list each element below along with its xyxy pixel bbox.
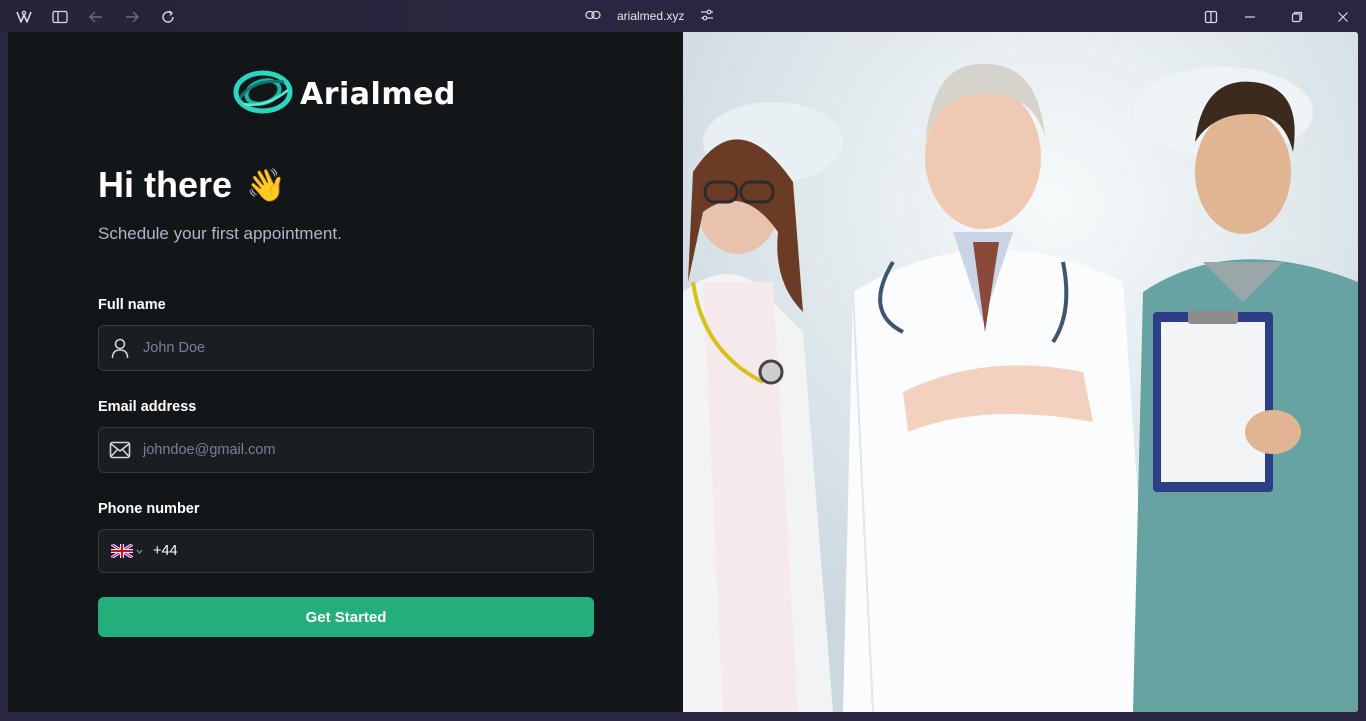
page-subtitle: Schedule your first appointment. [98, 224, 342, 243]
split-view-icon[interactable] [1200, 6, 1222, 28]
chevron-down-icon [136, 549, 143, 554]
address-url[interactable]: arialmed.xyz [617, 9, 684, 23]
user-icon [109, 337, 131, 359]
get-started-button[interactable]: Get Started [98, 597, 594, 637]
mail-icon [109, 439, 131, 461]
uk-flag-icon [111, 544, 133, 558]
page-viewport: Arialmed Hi there 👋 Schedule your first … [8, 32, 1358, 712]
phone-field[interactable]: +44 [98, 529, 594, 573]
waving-hand-icon: 👋 [246, 167, 286, 203]
site-settings-icon[interactable] [700, 9, 714, 24]
back-arrow-icon[interactable] [85, 6, 107, 28]
logo-wordmark: Arialmed [300, 76, 456, 112]
email-label: Email address [98, 399, 197, 415]
full-name-label: Full name [98, 297, 166, 313]
forward-arrow-icon[interactable] [121, 6, 143, 28]
restore-icon[interactable] [1286, 6, 1308, 28]
link-icon [585, 9, 601, 23]
phone-value[interactable]: +44 [153, 543, 178, 559]
sidebar-toggle-icon[interactable] [49, 6, 71, 28]
minimize-icon[interactable] [1239, 6, 1261, 28]
email-field[interactable]: johndoe@gmail.com [98, 427, 594, 473]
doctors-illustration [683, 32, 1358, 712]
logo-icon [232, 68, 294, 121]
country-select[interactable] [111, 544, 143, 558]
close-icon[interactable] [1332, 6, 1354, 28]
email-placeholder[interactable]: johndoe@gmail.com [143, 442, 275, 458]
browser-logo-icon[interactable] [13, 6, 35, 28]
brand-logo: Arialmed [232, 70, 456, 118]
reload-icon[interactable] [157, 6, 179, 28]
address-bar[interactable]: arialmed.xyz [585, 0, 714, 32]
phone-label: Phone number [98, 501, 200, 517]
doctors-photo [683, 32, 1358, 712]
full-name-field[interactable]: John Doe [98, 325, 594, 371]
full-name-placeholder[interactable]: John Doe [143, 340, 205, 356]
form-panel: Arialmed Hi there 👋 Schedule your first … [8, 32, 683, 712]
greeting-text: Hi there [98, 164, 233, 205]
browser-titlebar: arialmed.xyz [0, 0, 1366, 32]
page-title: Hi there 👋 [98, 164, 286, 206]
